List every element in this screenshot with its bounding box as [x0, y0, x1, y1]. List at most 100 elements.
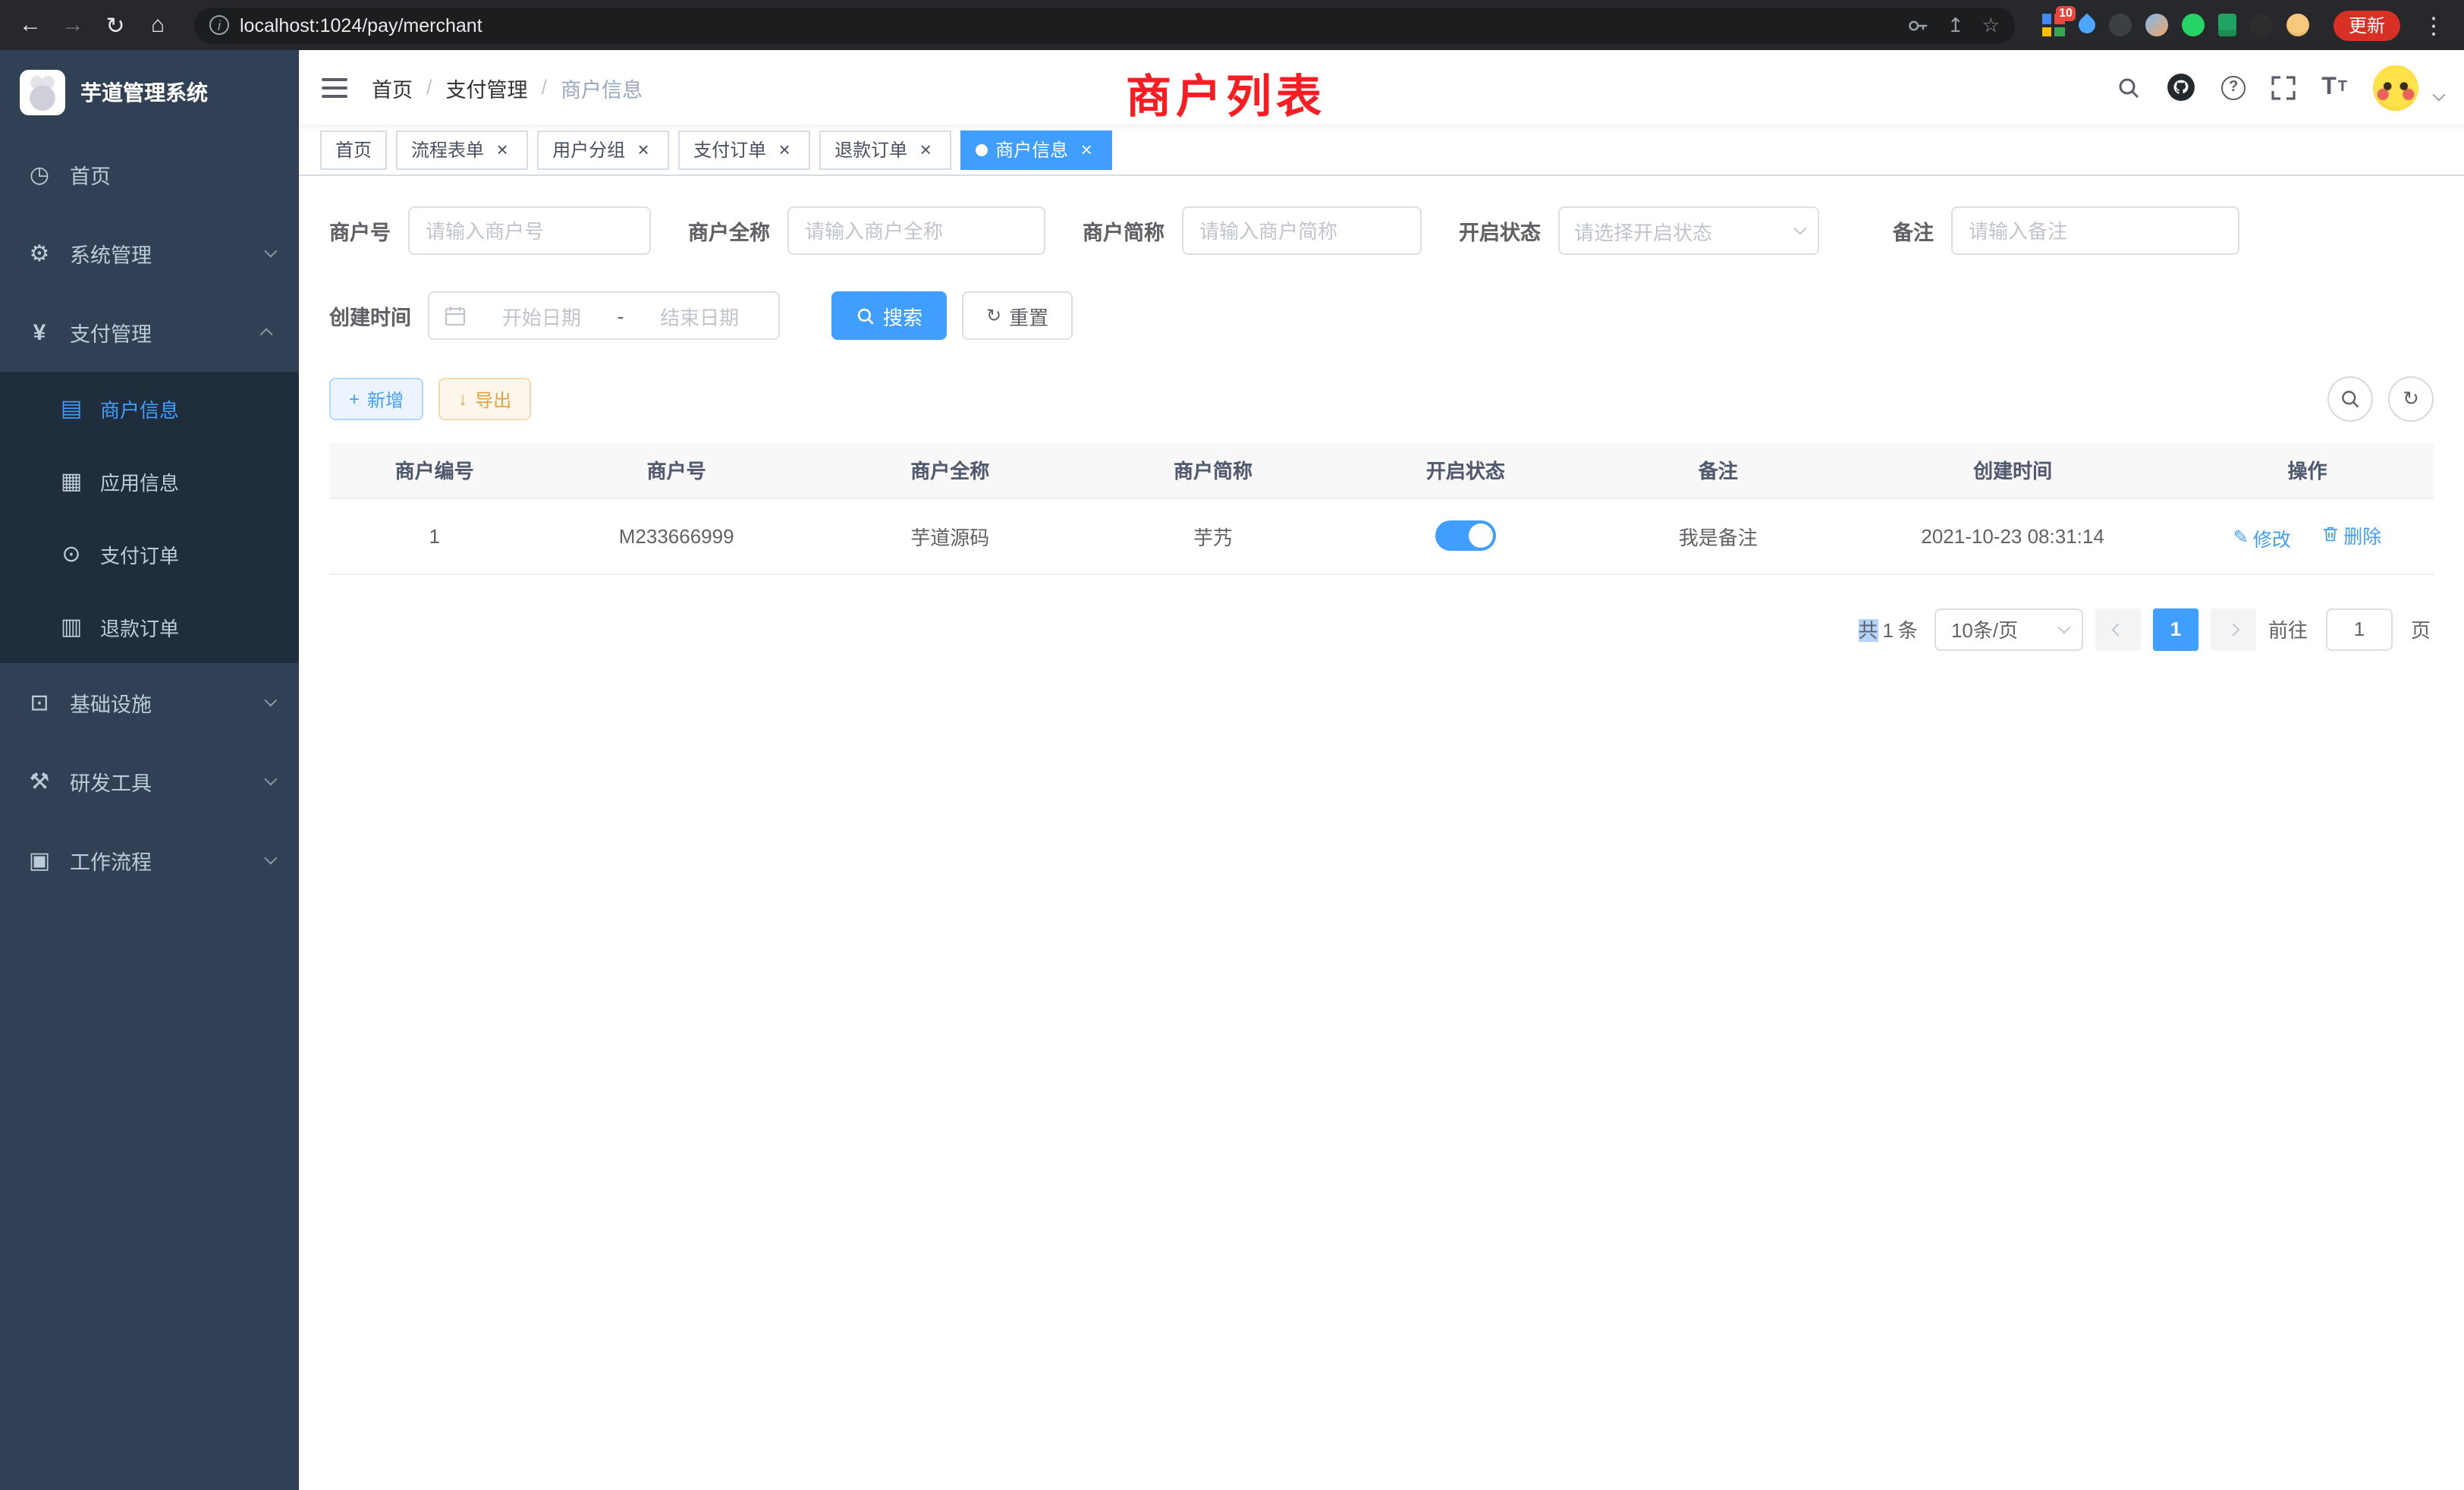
close-icon[interactable]: × — [774, 139, 795, 160]
table-row: 1 M233666999 芋道源码 芋艿 我是备注 2021-10-23 08:… — [329, 498, 2434, 574]
github-icon[interactable] — [2167, 73, 2195, 102]
tab-home[interactable]: 首页 — [320, 130, 387, 169]
logo-avatar — [20, 70, 65, 115]
sidebar-item-dev-tools[interactable]: ⚒ 研发工具 — [0, 742, 299, 821]
goto-page-input[interactable] — [2326, 608, 2393, 650]
refresh-icon: ↻ — [2403, 387, 2419, 411]
share-icon[interactable]: ↥ — [1947, 13, 1964, 37]
chevron-down-icon — [264, 245, 277, 258]
star-icon[interactable]: ☆ — [1982, 13, 2000, 37]
user-avatar[interactable] — [2373, 64, 2418, 110]
breadcrumb-home[interactable]: 首页 — [372, 72, 413, 102]
merchant-table: 商户编号 商户号 商户全称 商户简称 开启状态 备注 创建时间 操作 1 — [329, 443, 2434, 574]
font-size-icon[interactable]: TT — [2321, 74, 2347, 101]
fullscreen-icon[interactable] — [2271, 75, 2296, 99]
water-drop-icon[interactable] — [2075, 13, 2098, 36]
cell-merchant-no: M233666999 — [539, 498, 813, 574]
add-button[interactable]: + 新增 — [329, 378, 423, 420]
edit-link[interactable]: ✎ 修改 — [2233, 523, 2291, 552]
key-icon[interactable] — [1908, 14, 1929, 36]
avatar-extension-icon[interactable] — [2145, 14, 2168, 36]
green-circle-icon[interactable] — [2182, 14, 2205, 36]
home-icon[interactable]: ⌂ — [140, 7, 176, 43]
refresh-button[interactable]: ↻ — [2388, 376, 2434, 422]
cell-merchant-id: 1 — [329, 498, 539, 574]
close-icon[interactable]: × — [633, 139, 654, 160]
app-logo[interactable]: 芋道管理系统 — [0, 50, 299, 135]
knot-icon[interactable] — [2250, 14, 2273, 36]
dashboard-icon: ◷ — [26, 161, 53, 188]
yen-icon: ¥ — [26, 319, 53, 345]
toggle-search-button[interactable] — [2327, 376, 2373, 422]
sidebar-item-system[interactable]: ⚙ 系统管理 — [0, 214, 299, 293]
chevron-down-icon — [264, 694, 277, 707]
merchant-no-label: 商户号 — [329, 215, 391, 246]
sidebar-item-pay-order[interactable]: ⊙ 支付订单 — [0, 517, 299, 590]
chevron-down-icon — [264, 852, 277, 865]
forward-icon[interactable]: → — [55, 7, 91, 43]
sidebar-item-workflow[interactable]: ▣ 工作流程 — [0, 821, 299, 900]
create-time-label: 创建时间 — [329, 300, 411, 331]
merchant-no-input[interactable] — [407, 206, 650, 255]
tab-pay-order[interactable]: 支付订单× — [678, 130, 810, 169]
merchant-short-name-input[interactable] — [1181, 206, 1421, 255]
chevron-down-icon[interactable] — [2432, 88, 2445, 101]
pay-circle-icon: ⊙ — [58, 540, 85, 567]
tab-refund-order[interactable]: 退款订单× — [819, 130, 951, 169]
merchant-name-input[interactable] — [787, 206, 1045, 255]
export-button[interactable]: ↓ 导出 — [438, 378, 531, 420]
status-toggle[interactable] — [1435, 520, 1496, 551]
table-header-row: 商户编号 商户号 商户全称 商户简称 开启状态 备注 创建时间 操作 — [329, 443, 2434, 498]
extensions-icon[interactable]: 10 — [2042, 14, 2065, 36]
tags-bar: 首页 流程表单× 用户分组× 支付订单× 退款订单× 商户信息× — [299, 124, 2464, 176]
page-number-button[interactable]: 1 — [2153, 608, 2198, 650]
help-icon[interactable]: ? — [2221, 75, 2246, 99]
breadcrumb-payment[interactable]: 支付管理 — [446, 72, 528, 102]
page-size-select[interactable]: 10条/页 — [1934, 608, 2083, 650]
next-page-button[interactable] — [2211, 608, 2256, 650]
close-icon[interactable]: × — [1076, 139, 1097, 160]
navbar: 首页 / 支付管理 / 商户信息 ? — [299, 50, 2464, 124]
back-icon[interactable]: ← — [12, 7, 49, 43]
sidebar-item-home[interactable]: ◷ 首页 — [0, 135, 299, 214]
url-bar[interactable]: i localhost:1024/pay/merchant ↥ ☆ — [194, 7, 2015, 43]
remark-input[interactable] — [1950, 206, 2239, 255]
sidebar-item-app-info[interactable]: ▦ 应用信息 — [0, 445, 299, 517]
goto-label: 前往 — [2268, 615, 2308, 643]
tab-user-group[interactable]: 用户分组× — [537, 130, 669, 169]
sidebar-item-refund-order[interactable]: ▥ 退款订单 — [0, 590, 299, 663]
close-icon[interactable]: × — [492, 139, 513, 160]
trash-icon — [2321, 525, 2339, 543]
profile-avatar-icon[interactable] — [2286, 14, 2309, 36]
pencil-icon: ✎ — [2233, 528, 2249, 546]
reset-button[interactable]: ↻ 重置 — [962, 291, 1073, 340]
sidebar-item-payment[interactable]: ¥ 支付管理 — [0, 293, 299, 372]
chevron-up-icon — [260, 328, 273, 341]
status-select[interactable]: 请选择开启状态 — [1557, 206, 1818, 255]
search-icon[interactable] — [2117, 75, 2141, 99]
create-time-range-picker[interactable]: 开始日期 - 结束日期 — [428, 291, 780, 340]
remark-label: 备注 — [1893, 215, 1934, 246]
search-button[interactable]: 搜索 — [831, 291, 947, 340]
update-button[interactable]: 更新 — [2334, 10, 2400, 40]
chevron-down-icon — [2057, 621, 2070, 633]
menu-dots-icon[interactable]: ⋮ — [2415, 7, 2452, 43]
reload-icon[interactable]: ↻ — [97, 7, 134, 43]
calendar-icon — [445, 305, 466, 326]
tab-merchant-info[interactable]: 商户信息× — [960, 130, 1112, 169]
tab-process-form[interactable]: 流程表单× — [396, 130, 528, 169]
merchant-name-label: 商户全称 — [688, 215, 770, 246]
sidebar-item-infrastructure[interactable]: ⊡ 基础设施 — [0, 663, 299, 742]
dark-extension-icon[interactable] — [2109, 14, 2132, 36]
refresh-icon: ↻ — [986, 306, 1001, 325]
info-icon[interactable]: i — [209, 15, 229, 35]
pagination: 共1条 10条/页 1 前往 页 — [329, 608, 2434, 650]
payment-submenu: ▤ 商户信息 ▦ 应用信息 ⊙ 支付订单 ▥ 退款订单 — [0, 372, 299, 663]
prev-page-button[interactable] — [2095, 608, 2141, 650]
delete-link[interactable]: 删除 — [2321, 520, 2381, 549]
close-icon[interactable]: × — [915, 139, 936, 160]
document-icon[interactable] — [2218, 14, 2236, 36]
hamburger-icon[interactable] — [322, 77, 347, 98]
cell-remark: 我是备注 — [1592, 498, 1844, 574]
sidebar-item-merchant-info[interactable]: ▤ 商户信息 — [0, 372, 299, 445]
